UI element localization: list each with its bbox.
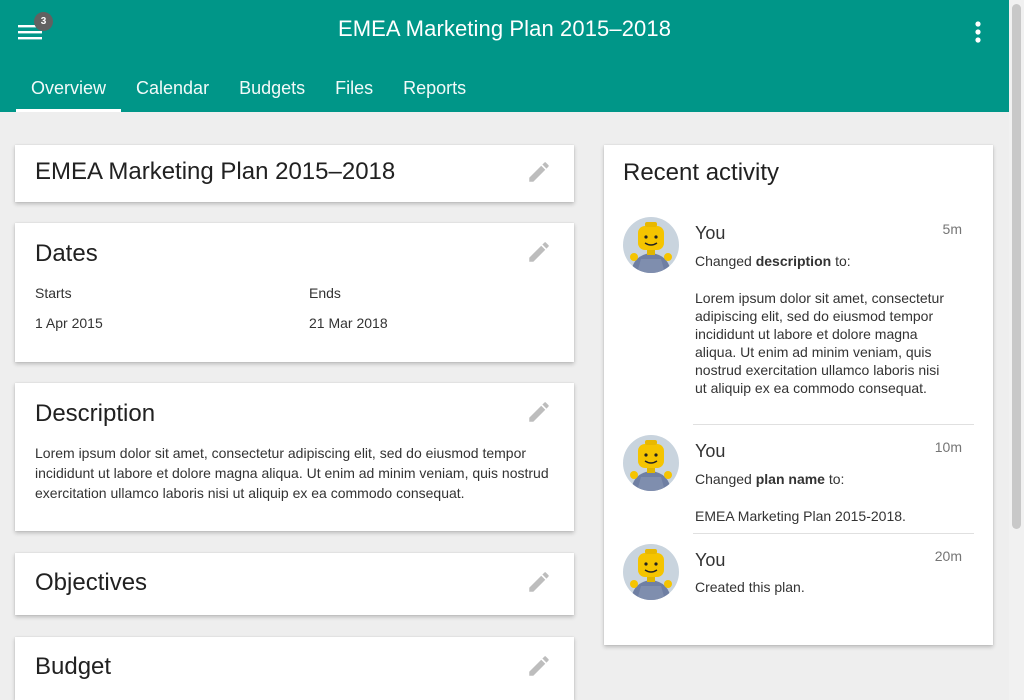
- activity-item: You 10m Changed plan name to: EMEA Marke…: [623, 435, 978, 525]
- activity-desc-field: plan name: [755, 471, 825, 487]
- tab-budgets[interactable]: Budgets: [224, 74, 320, 112]
- activity-description: Changed description to:: [695, 253, 851, 269]
- tab-reports[interactable]: Reports: [388, 74, 481, 112]
- activity-divider: [693, 424, 974, 425]
- description-text: Lorem ipsum dolor sit amet, consectetur …: [35, 445, 549, 501]
- activity-item: You 5m Changed description to: Lorem ips…: [623, 217, 978, 417]
- description-card: Description Lorem ipsum dolor sit amet, …: [15, 383, 574, 531]
- edit-plan-name-pencil-icon[interactable]: [526, 159, 552, 185]
- recent-activity-title: Recent activity: [623, 159, 780, 186]
- activity-user-name: You: [695, 441, 726, 461]
- dates-card: Dates Starts 1 Apr 2015 Ends 21 Mar 2018: [15, 223, 574, 362]
- activity-time: 10m: [934, 439, 962, 455]
- recent-activity-card: Recent activity You 5m Changed descripti…: [604, 145, 993, 645]
- app-title: EMEA Marketing Plan 2015–2018: [337, 16, 672, 41]
- activity-item: You 20m Created this plan.: [623, 544, 978, 614]
- plan-name-card: EMEA Marketing Plan 2015–2018: [15, 145, 574, 202]
- dates-title: Dates: [35, 240, 98, 267]
- activity-description: Created this plan.: [695, 579, 805, 595]
- app-bar: 3 EMEA Marketing Plan 2015–2018 Overview…: [0, 0, 1009, 112]
- activity-description: Changed plan name to:: [695, 471, 844, 487]
- ends-value: 21 Mar 2018: [309, 315, 388, 331]
- activity-body: Lorem ipsum dolor sit amet, consectetur …: [695, 290, 944, 396]
- avatar: [623, 435, 679, 491]
- activity-body: EMEA Marketing Plan 2015-2018.: [695, 508, 906, 524]
- activity-divider: [693, 533, 974, 534]
- ends-label: Ends: [309, 285, 341, 301]
- budget-card: Budget: [15, 637, 574, 700]
- starts-label: Starts: [35, 285, 72, 301]
- scrollbar-thumb[interactable]: [1012, 4, 1021, 529]
- activity-desc-prefix: Changed: [695, 253, 756, 269]
- description-title: Description: [35, 400, 156, 427]
- avatar: [623, 544, 679, 600]
- tab-overview[interactable]: Overview: [16, 74, 122, 112]
- objectives-card: Objectives: [15, 553, 574, 615]
- tab-files[interactable]: Files: [320, 74, 388, 112]
- activity-desc-field: description: [755, 253, 832, 269]
- tab-bar: Overview Calendar Budgets Files Reports: [16, 74, 481, 112]
- tab-calendar[interactable]: Calendar: [121, 74, 224, 112]
- activity-user-name: You: [695, 550, 726, 570]
- activity-desc-suffix: to:: [831, 253, 851, 269]
- plan-name-title: EMEA Marketing Plan 2015–2018: [35, 158, 396, 185]
- edit-budget-pencil-icon[interactable]: [526, 653, 552, 679]
- activity-time: 5m: [942, 221, 962, 237]
- starts-value: 1 Apr 2015: [35, 315, 103, 331]
- objectives-title: Objectives: [35, 569, 148, 596]
- activity-desc-prefix: Changed: [695, 471, 756, 487]
- activity-time: 20m: [934, 548, 962, 564]
- avatar: [623, 217, 679, 273]
- activity-user-name: You: [695, 223, 726, 243]
- budget-title: Budget: [35, 653, 112, 680]
- edit-description-pencil-icon[interactable]: [526, 399, 552, 425]
- more-vert-icon[interactable]: [968, 20, 988, 44]
- activity-desc-suffix: to:: [824, 471, 845, 487]
- edit-dates-pencil-icon[interactable]: [526, 239, 552, 265]
- edit-objectives-pencil-icon[interactable]: [526, 569, 552, 595]
